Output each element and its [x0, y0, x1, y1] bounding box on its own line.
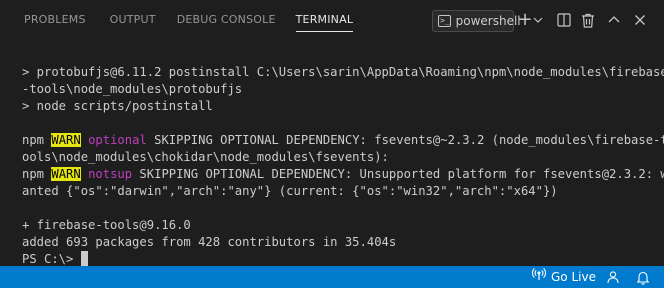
chevron-up-icon[interactable] [606, 10, 622, 30]
go-live-label: Go Live [551, 270, 596, 284]
terminal-icon: >_ [438, 15, 451, 27]
terminal-line: > node scripts/postinstall [22, 99, 213, 113]
bell-icon[interactable] [636, 269, 650, 285]
status-bar: Go Live [0, 266, 664, 288]
terminal-selector-label: powershell [455, 14, 521, 28]
go-live-button[interactable]: Go Live [532, 266, 596, 288]
terminal-prompt: PS C:\> [22, 252, 81, 266]
panel-tabs: PROBLEMS OUTPUT DEBUG CONSOLE TERMINAL [0, 0, 353, 40]
warn-message: SKIPPING OPTIONAL DEPENDENCY: Unsupporte… [132, 167, 664, 181]
terminal-line: added 693 packages from 428 contributors… [22, 235, 397, 249]
npm-prefix: npm [22, 133, 52, 147]
warn-message: SKIPPING OPTIONAL DEPENDENCY: fsevents@~… [146, 133, 664, 147]
tab-terminal[interactable]: TERMINAL [295, 0, 354, 40]
split-icon[interactable] [556, 10, 572, 30]
panel-header: PROBLEMS OUTPUT DEBUG CONSOLE TERMINAL >… [0, 0, 664, 40]
warn-tag-notsup: notsup [88, 167, 133, 181]
broadcast-icon [532, 266, 546, 288]
close-icon[interactable] [632, 10, 648, 30]
trash-icon[interactable] [580, 10, 596, 30]
tab-problems[interactable]: PROBLEMS [24, 0, 86, 40]
warn-tag-optional: optional [88, 133, 147, 147]
npm-prefix: npm [22, 167, 52, 181]
warn-badge: WARN [51, 167, 81, 181]
terminal-warn-line: npm WARN optional SKIPPING OPTIONAL DEPE… [22, 132, 664, 149]
terminal-warn-line: npm WARN notsup SKIPPING OPTIONAL DEPEND… [22, 166, 664, 183]
terminal-line: + firebase-tools@9.16.0 [22, 218, 191, 232]
terminal-line: -tools\node_modules\protobufjs [22, 82, 243, 96]
terminal-selector[interactable]: >_ powershell [432, 10, 521, 32]
tab-debug-console[interactable]: DEBUG CONSOLE [177, 0, 276, 40]
terminal-line: ools\node_modules\chokidar\node_modules\… [22, 150, 389, 164]
warn-badge: WARN [51, 133, 81, 147]
terminal-output[interactable]: > protobufjs@6.11.2 postinstall C:\Users… [0, 40, 664, 266]
person-icon[interactable] [606, 269, 620, 285]
terminal-cursor [80, 251, 88, 266]
tab-output[interactable]: OUTPUT [110, 0, 156, 40]
plus-icon[interactable]: + [517, 10, 532, 30]
terminal-line: anted {"os":"darwin","arch":"any"} (curr… [22, 184, 558, 198]
chevron-down-icon[interactable] [532, 10, 544, 30]
terminal-line: > protobufjs@6.11.2 postinstall C:\Users… [22, 65, 664, 79]
